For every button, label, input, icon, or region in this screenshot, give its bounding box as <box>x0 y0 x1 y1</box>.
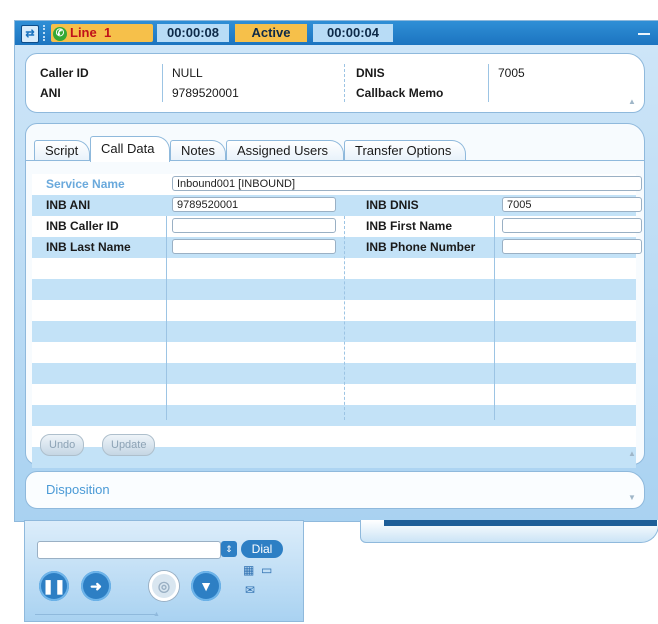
caller-id-value: NULL <box>172 66 203 80</box>
inb-first-name-label: INB First Name <box>366 219 453 233</box>
dial-panel: ⇕ Dial ❚❚ ➜ ◎ ▼ ▦ ▭ ✉ ▲ <box>24 520 304 622</box>
table-row <box>32 258 636 279</box>
update-button[interactable]: Update <box>102 434 156 456</box>
dial-divider <box>35 614 155 615</box>
table-row: INB Caller ID INB First Name <box>32 216 642 237</box>
tab-transfer-options[interactable]: Transfer Options <box>344 140 466 161</box>
folder-icon[interactable]: ▭ <box>261 563 272 577</box>
column-divider <box>162 64 163 102</box>
tab-call-data[interactable]: Call Data <box>90 136 170 162</box>
undo-button[interactable]: Undo <box>40 434 85 456</box>
inb-dnis-field[interactable]: 7005 <box>502 197 642 212</box>
tab-notes[interactable]: Notes <box>170 140 226 161</box>
status-timer: 00:00:04 <box>313 24 393 42</box>
table-row <box>32 279 636 300</box>
status-badge: Active <box>235 24 307 42</box>
record-icon[interactable]: ◎ <box>149 571 179 601</box>
collapse-icon[interactable]: ▲ <box>153 611 160 618</box>
column-divider <box>166 216 167 420</box>
table-row: INB Last Name INB Phone Number <box>32 237 642 258</box>
transfer-icon[interactable]: ➜ <box>81 571 111 601</box>
column-divider <box>494 216 495 420</box>
callback-memo-label: Callback Memo <box>356 86 444 100</box>
table-row: INB ANI 9789520001 INB DNIS 7005 <box>32 195 642 216</box>
inb-phone-number-label: INB Phone Number <box>366 240 476 254</box>
line-indicator[interactable]: ✆ Line 1 <box>51 24 153 42</box>
caller-id-label: Caller ID <box>40 66 89 80</box>
ani-label: ANI <box>40 86 61 100</box>
caller-info-panel: Caller ID NULL ANI 9789520001 DNIS 7005 … <box>25 53 645 113</box>
table-row <box>32 300 636 321</box>
table-row <box>32 321 636 342</box>
phone-icon: ✆ <box>53 26 67 41</box>
disposition-label: Disposition <box>46 482 110 497</box>
column-divider <box>344 216 345 420</box>
disposition-panel[interactable]: Disposition ▼ <box>25 471 645 509</box>
inb-dnis-label: INB DNIS <box>366 198 419 212</box>
collapse-icon[interactable]: ▲ <box>624 96 640 108</box>
table-row <box>32 342 636 363</box>
tab-assigned-users[interactable]: Assigned Users <box>226 140 344 161</box>
mail-icon[interactable]: ✉ <box>245 583 255 597</box>
pause-icon[interactable]: ❚❚ <box>39 571 69 601</box>
inb-caller-id-label: INB Caller ID <box>46 219 119 233</box>
call-data-panel: Script Call Data Notes Assigned Users Tr… <box>25 123 645 468</box>
hangup-icon[interactable]: ▼ <box>191 571 221 601</box>
status-bar: ⇄ ✆ Line 1 00:00:08 Active 00:00:04 <box>15 21 658 45</box>
collapse-icon[interactable]: ▲ <box>624 448 640 460</box>
inb-last-name-field[interactable] <box>172 239 336 254</box>
column-divider <box>488 64 489 102</box>
softphone-window: ⇄ ✆ Line 1 00:00:08 Active 00:00:04 Calle… <box>14 20 658 522</box>
service-name-field[interactable]: Inbound001 [INBOUND] <box>172 176 642 191</box>
dial-button[interactable]: Dial <box>241 540 283 558</box>
service-name-label: Service Name <box>46 177 125 191</box>
table-row <box>32 405 636 426</box>
lower-strip-edge <box>384 520 657 526</box>
inb-last-name-label: INB Last Name <box>46 240 131 254</box>
minimize-icon[interactable] <box>638 33 650 35</box>
dropdown-icon[interactable]: ⇕ <box>221 541 237 557</box>
window-icon[interactable]: ⇄ <box>21 25 39 43</box>
keypad-icon[interactable]: ▦ <box>243 563 254 577</box>
dnis-value: 7005 <box>498 66 525 80</box>
line-number: 1 <box>103 25 112 40</box>
table-row <box>32 363 636 384</box>
tab-script[interactable]: Script <box>34 140 90 161</box>
inb-ani-label: INB ANI <box>46 198 91 212</box>
call-timer: 00:00:08 <box>157 24 229 42</box>
expand-icon[interactable]: ▼ <box>624 492 640 504</box>
dnis-label: DNIS <box>356 66 385 80</box>
table-row <box>32 384 636 405</box>
ani-value: 9789520001 <box>172 86 239 100</box>
dial-number-input[interactable] <box>37 541 221 559</box>
column-divider <box>344 64 345 102</box>
inb-ani-field[interactable]: 9789520001 <box>172 197 336 212</box>
table-row: Service Name Inbound001 [INBOUND] <box>32 174 642 195</box>
inb-caller-id-field[interactable] <box>172 218 336 233</box>
inb-first-name-field[interactable] <box>502 218 642 233</box>
line-label: Line <box>70 25 97 40</box>
drag-grip[interactable] <box>43 25 48 41</box>
inb-phone-number-field[interactable] <box>502 239 642 254</box>
